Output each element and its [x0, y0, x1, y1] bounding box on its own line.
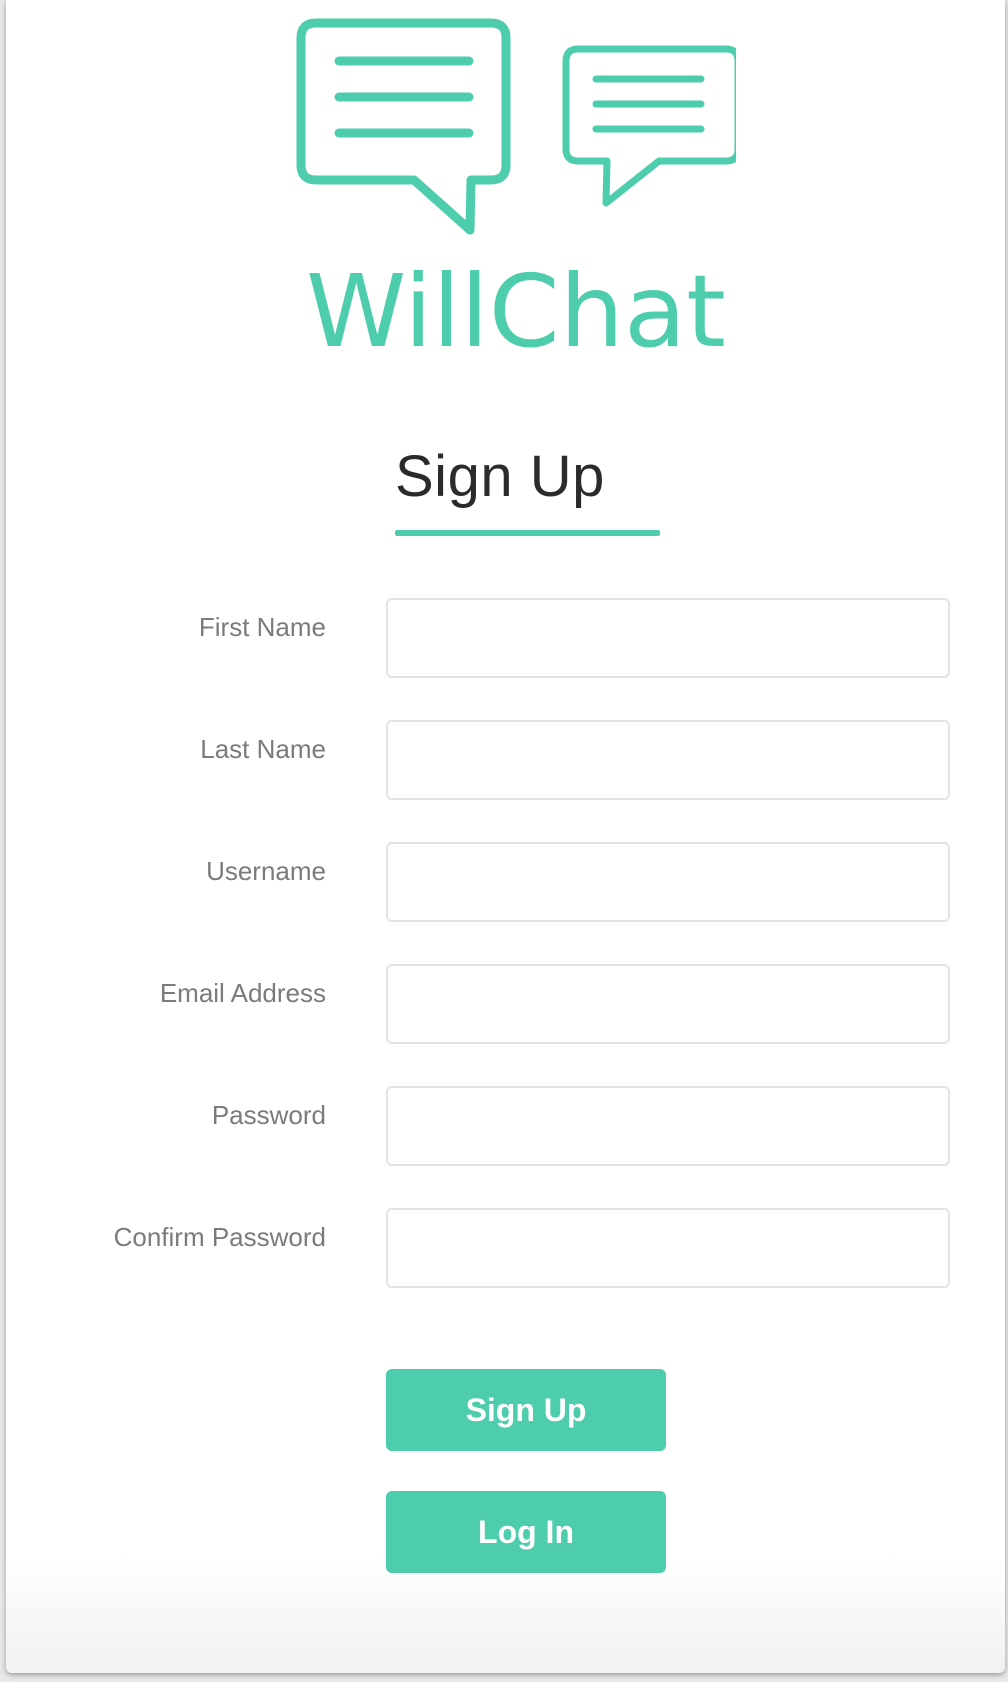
- password-input[interactable]: [386, 1086, 950, 1166]
- small-chat-bubble-icon: [562, 45, 736, 207]
- title-underline: [395, 530, 660, 536]
- willchat-logo: WillChat: [296, 18, 736, 355]
- log-in-button[interactable]: Log In: [386, 1491, 666, 1573]
- brand-name: WillChat: [306, 253, 726, 355]
- email-row: Email Address: [6, 964, 1006, 1046]
- confirm-password-label: Confirm Password: [113, 1222, 326, 1252]
- first-name-row: First Name: [6, 598, 1006, 680]
- form-title-area: Sign Up: [395, 440, 661, 536]
- last-name-input[interactable]: [386, 720, 950, 800]
- last-name-label: Last Name: [200, 734, 326, 764]
- page-title: Sign Up: [395, 444, 605, 509]
- signup-card: WillChat Sign Up First Name Last Name Us…: [6, 0, 1005, 1673]
- confirm-password-row: Confirm Password: [6, 1208, 1006, 1290]
- last-name-row: Last Name: [6, 720, 1006, 802]
- username-input[interactable]: [386, 842, 950, 922]
- first-name-label: First Name: [198, 612, 326, 642]
- password-label: Password: [211, 1100, 326, 1130]
- confirm-password-input[interactable]: [386, 1208, 950, 1288]
- first-name-input[interactable]: [386, 598, 950, 678]
- username-row: Username: [6, 842, 1006, 924]
- username-label: Username: [206, 856, 326, 886]
- large-chat-bubble-icon: [296, 18, 511, 235]
- sign-up-button[interactable]: Sign Up: [386, 1369, 666, 1451]
- password-row: Password: [6, 1086, 1006, 1168]
- email-input[interactable]: [386, 964, 950, 1044]
- email-label: Email Address: [159, 978, 326, 1008]
